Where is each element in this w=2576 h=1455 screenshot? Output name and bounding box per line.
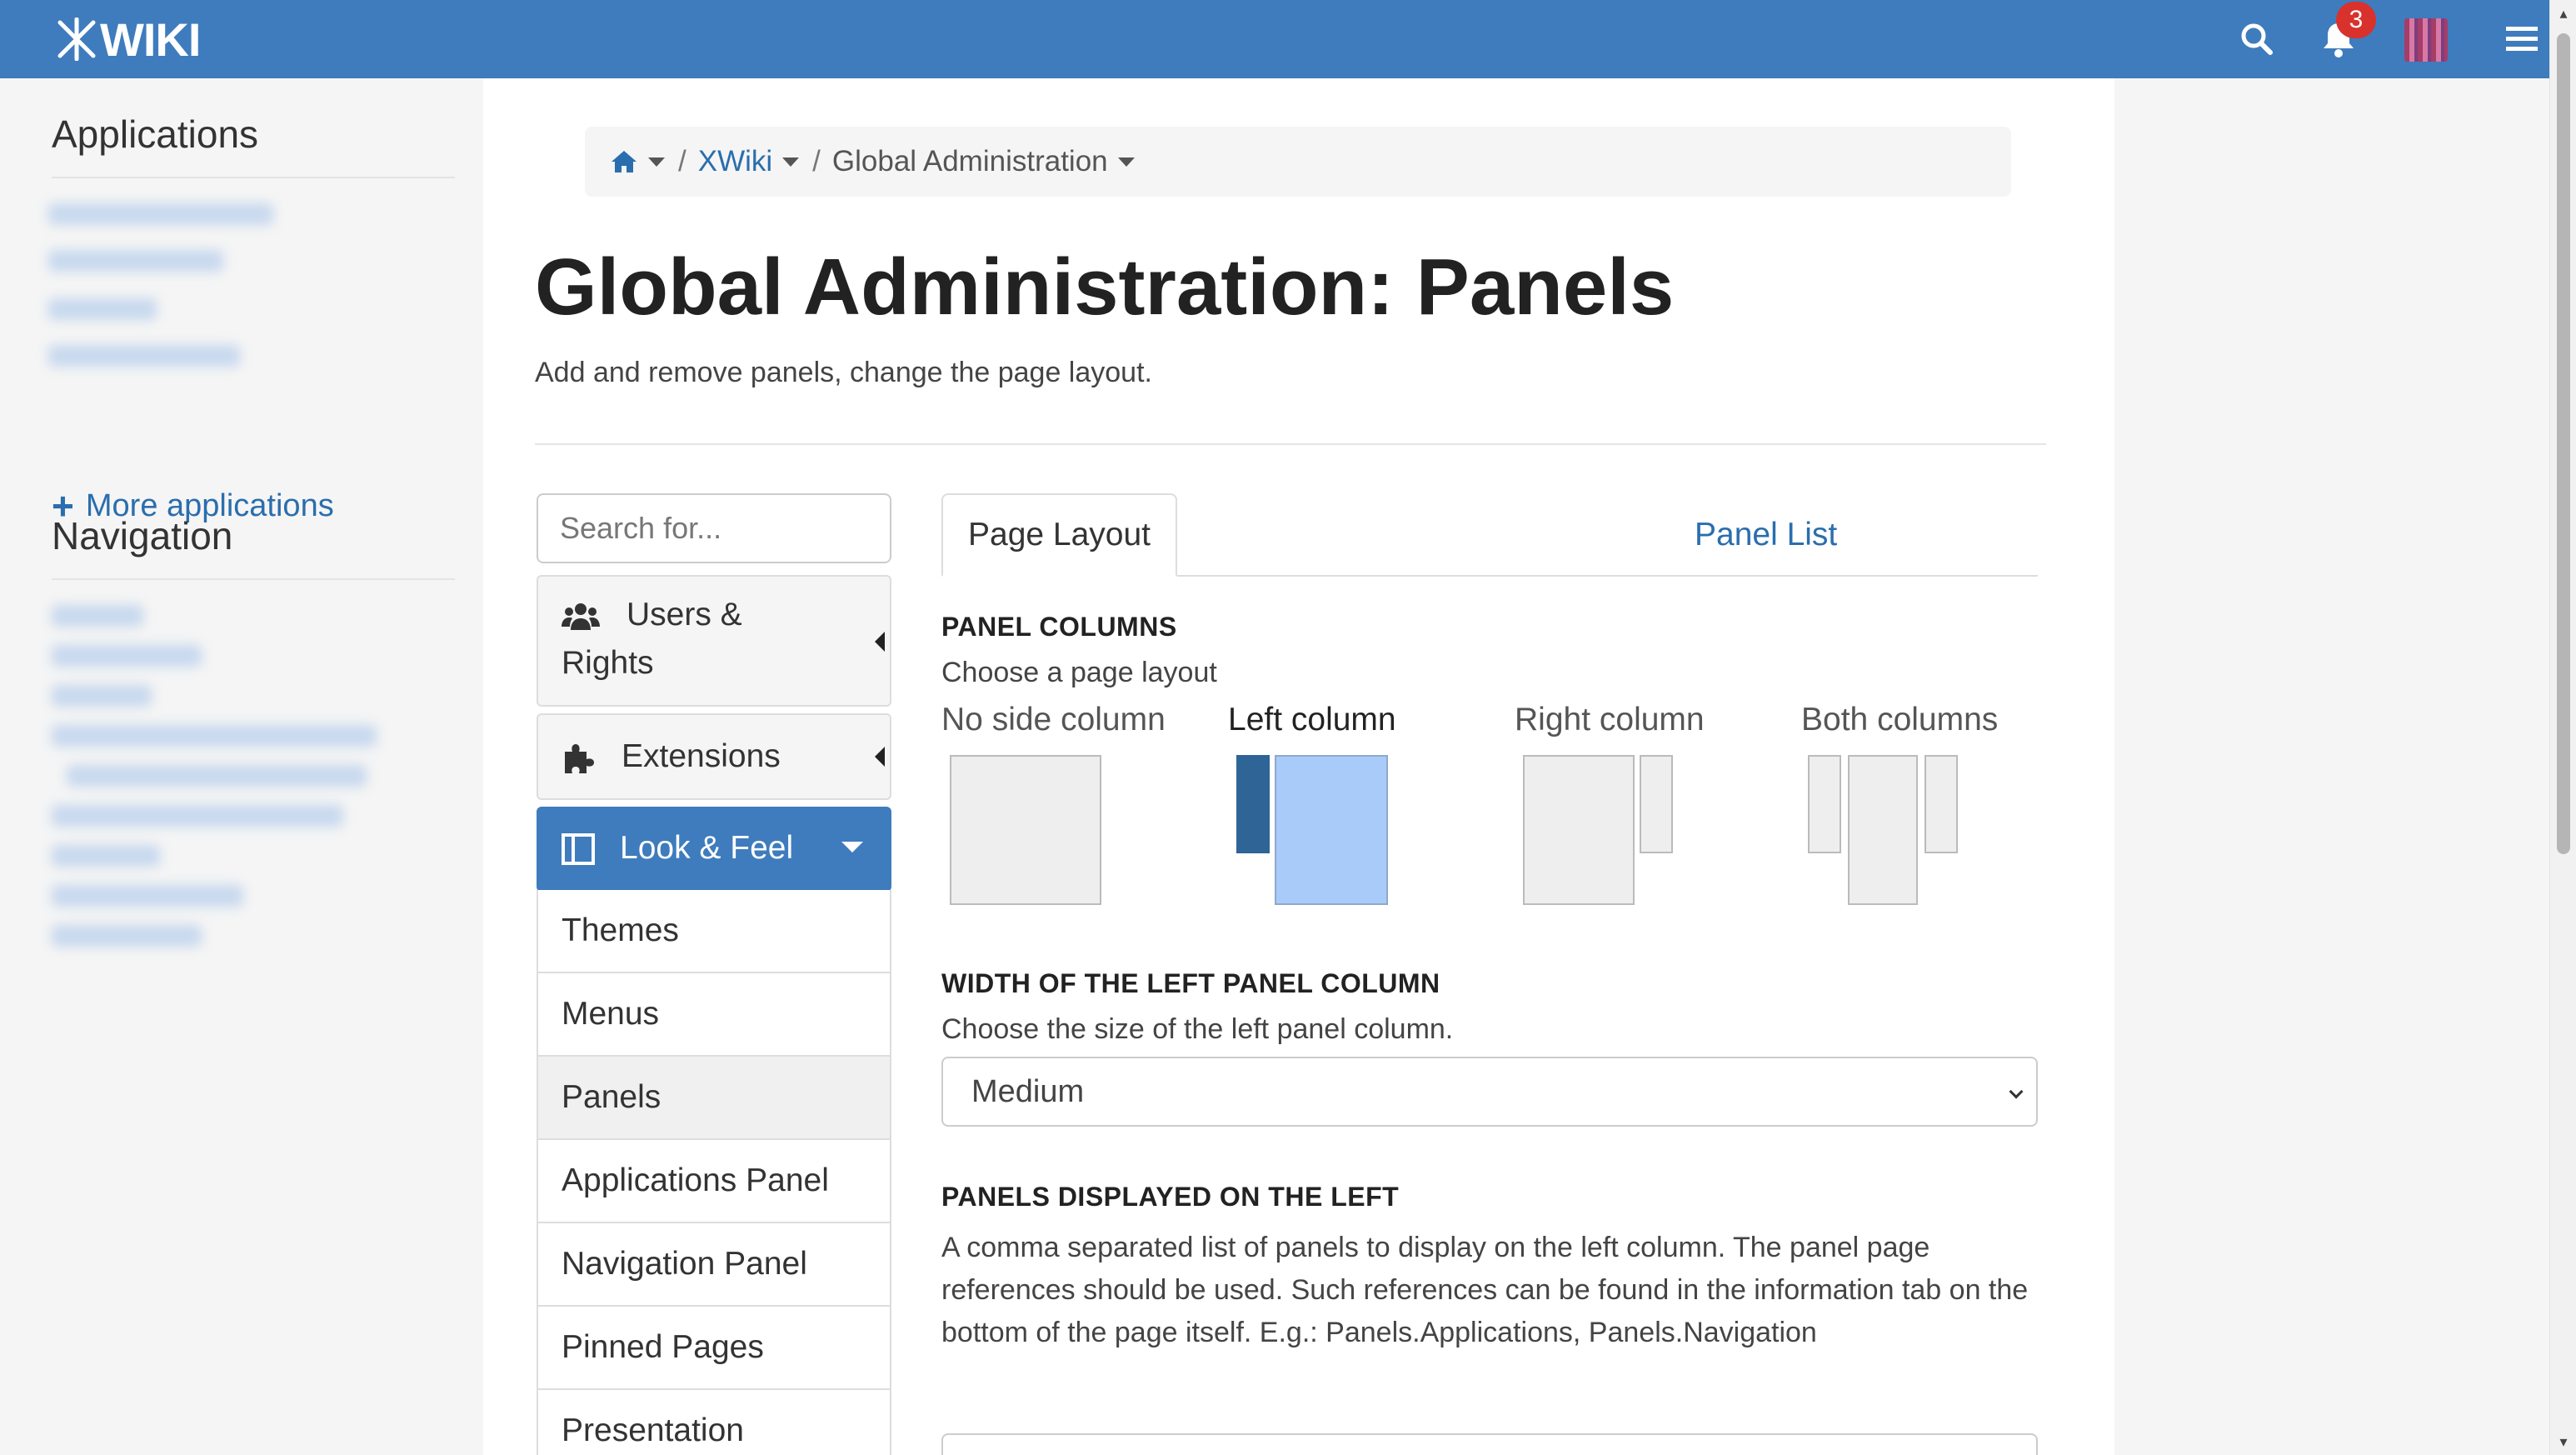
top-bar: WIKI 3: [0, 0, 2549, 78]
layout-icon: [562, 833, 595, 865]
layout-left-box: [1236, 755, 1270, 853]
caret-down-icon: [841, 842, 863, 852]
divider: [535, 443, 2046, 445]
left-panels-input[interactable]: Panels.Applications, Panels.Navigation: [941, 1433, 2038, 1455]
blurred-nav-link[interactable]: [52, 685, 152, 707]
page-description: Add and remove panels, change the page l…: [535, 357, 1152, 388]
left-width-select[interactable]: Medium: [941, 1057, 2038, 1127]
layout-option-left-label[interactable]: Left column: [1228, 702, 1396, 738]
menu-category-label: Rights: [562, 645, 654, 681]
notification-badge[interactable]: 3: [2336, 2, 2376, 38]
menu-item-pinned-pages[interactable]: Pinned Pages: [537, 1307, 891, 1390]
user-avatar[interactable]: [2404, 18, 2448, 62]
breadcrumb: / XWiki / Global Administration: [585, 127, 2011, 197]
scroll-up-icon[interactable]: ▴: [2555, 5, 2572, 22]
menu-category-label: Look & Feel: [620, 830, 794, 866]
layout-main-box: [1523, 755, 1635, 905]
menu-category-users-rights[interactable]: Users & Rights: [537, 575, 891, 707]
menu-category-extensions[interactable]: Extensions: [537, 713, 891, 800]
layout-main-box: [1848, 755, 1918, 905]
scrollbar-thumb[interactable]: [2557, 33, 2570, 854]
breadcrumb-xwiki-link[interactable]: XWiki: [698, 145, 772, 178]
xwiki-logo[interactable]: WIKI: [55, 12, 201, 67]
blurred-app-link[interactable]: [48, 298, 157, 320]
page-title: Global Administration: Panels: [535, 242, 1675, 332]
blurred-nav-link[interactable]: [52, 925, 202, 947]
layout-main-box: [950, 755, 1101, 905]
divider: [52, 578, 455, 580]
blurred-nav-link[interactable]: [67, 765, 367, 787]
blurred-nav-link[interactable]: [52, 605, 143, 627]
panel-columns-heading: PANEL COLUMNS: [941, 612, 1177, 642]
tab-page-layout[interactable]: Page Layout: [941, 493, 1178, 577]
left-width-value: Medium: [971, 1073, 1085, 1109]
menu-category-label: Extensions: [622, 738, 781, 774]
caret-left-icon: [875, 632, 885, 652]
chevron-down-icon: [2009, 1084, 2024, 1099]
layout-option-both-label[interactable]: Both columns: [1801, 702, 1998, 738]
hamburger-menu-icon[interactable]: [2499, 17, 2544, 62]
panel-columns-hint: Choose a page layout: [941, 657, 1217, 688]
left-width-heading: WIDTH OF THE LEFT PANEL COLUMN: [941, 968, 1440, 998]
caret-left-icon: [875, 747, 885, 767]
blurred-app-link[interactable]: [48, 250, 223, 272]
left-panels-heading: PANELS DISPLAYED ON THE LEFT: [941, 1182, 1400, 1212]
divider: [52, 177, 455, 178]
menu-item-themes[interactable]: Themes: [537, 890, 891, 973]
menu-item-navigation-panel[interactable]: Navigation Panel: [537, 1223, 891, 1307]
menu-category-look-and-feel[interactable]: Look & Feel: [537, 807, 891, 892]
chevron-down-icon[interactable]: [1117, 157, 1135, 167]
blurred-nav-link[interactable]: [52, 645, 202, 667]
menu-item-applications-panel[interactable]: Applications Panel: [537, 1140, 891, 1223]
breadcrumb-separator: /: [812, 145, 821, 178]
home-icon[interactable]: [610, 149, 638, 174]
layout-option-no-side-label[interactable]: No side column: [941, 702, 1166, 738]
blurred-app-link[interactable]: [48, 345, 240, 367]
main-content: / XWiki / Global Administration Global A…: [483, 78, 2114, 1455]
blurred-nav-link[interactable]: [52, 725, 377, 747]
menu-item-panels[interactable]: Panels: [537, 1057, 891, 1140]
breadcrumb-current: Global Administration: [831, 145, 1108, 178]
layout-left-box: [1808, 755, 1841, 853]
vertical-scrollbar[interactable]: ▴ ▾: [2549, 0, 2576, 1455]
blurred-nav-link[interactable]: [52, 885, 243, 907]
menu-item-presentation[interactable]: Presentation: [537, 1390, 891, 1455]
left-width-hint: Choose the size of the left panel column…: [941, 1013, 1454, 1045]
scroll-down-icon[interactable]: ▾: [2555, 1433, 2572, 1450]
layout-option-right-label[interactable]: Right column: [1515, 702, 1705, 738]
navigation-panel-title: Navigation: [52, 514, 233, 558]
layout-right-box: [1925, 755, 1958, 853]
users-icon: [562, 603, 600, 630]
menu-category-label: Users &: [627, 597, 742, 632]
chevron-down-icon[interactable]: [648, 157, 665, 167]
blurred-app-link[interactable]: [48, 203, 273, 225]
blurred-nav-link[interactable]: [52, 845, 160, 867]
tab-panel-list[interactable]: Panel List: [1670, 493, 1862, 577]
left-panels-hint: A comma separated list of panels to disp…: [941, 1232, 2029, 1348]
puzzle-icon: [565, 744, 594, 773]
menu-item-menus[interactable]: Menus: [537, 973, 891, 1057]
layout-right-box: [1640, 755, 1673, 853]
layout-main-box: [1275, 755, 1388, 905]
breadcrumb-separator: /: [678, 145, 686, 178]
xwiki-logo-icon: [57, 18, 96, 61]
left-panel-column: Applications + More applications Navigat…: [0, 78, 483, 1455]
admin-search-input[interactable]: Search for...: [537, 493, 891, 563]
chevron-down-icon[interactable]: [782, 157, 800, 167]
logo-text: WIKI: [100, 12, 201, 66]
applications-panel-title: Applications: [52, 112, 259, 156]
search-icon[interactable]: [2234, 17, 2279, 62]
blurred-nav-link[interactable]: [52, 805, 343, 827]
